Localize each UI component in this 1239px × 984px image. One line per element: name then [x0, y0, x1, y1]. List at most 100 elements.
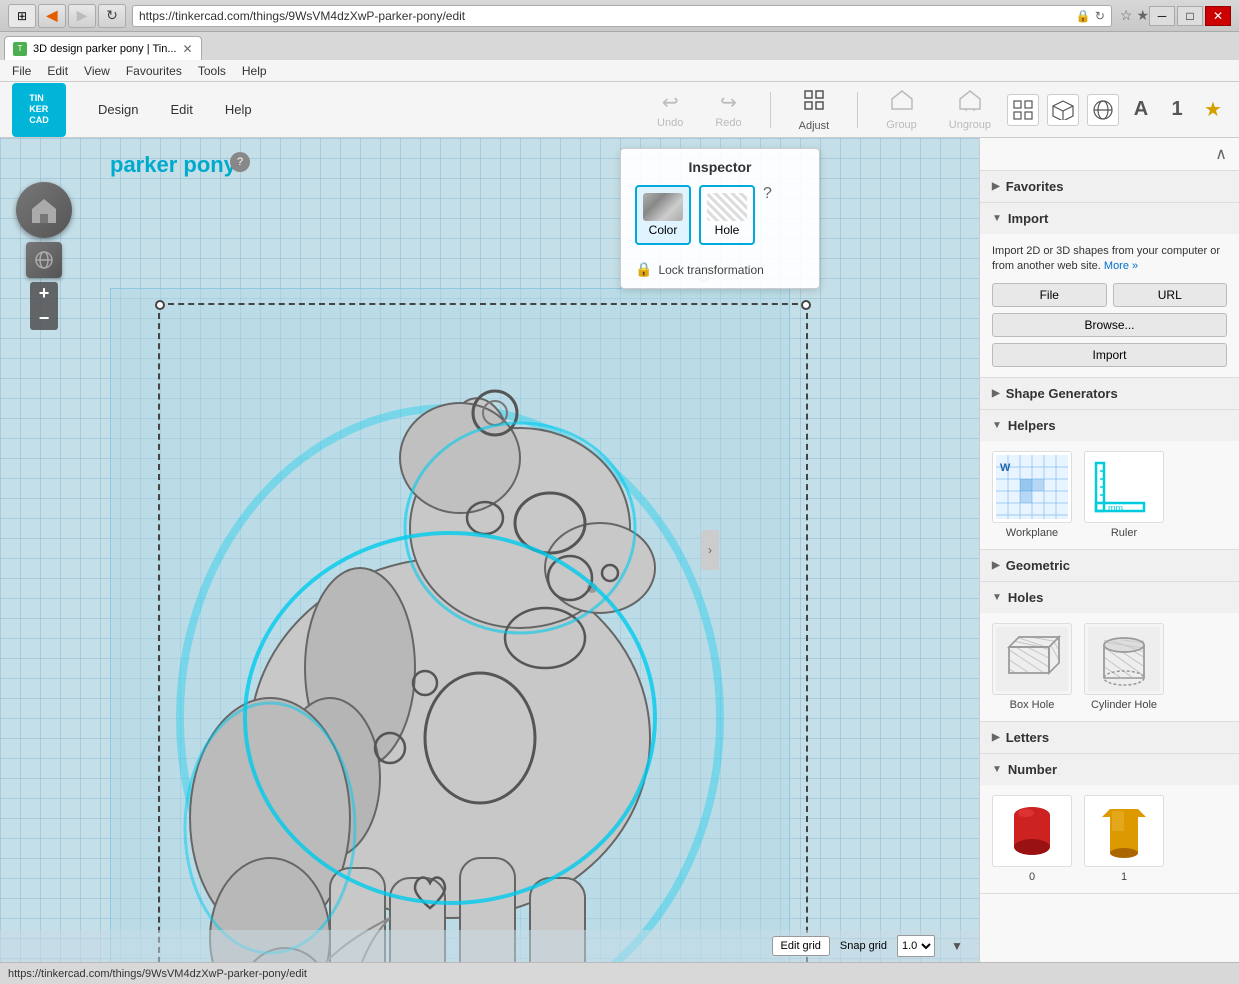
ungroup-icon — [958, 89, 982, 117]
shape-generators-arrow-icon: ▶ — [992, 388, 1000, 399]
svg-text:W: W — [1000, 462, 1011, 474]
file-button[interactable]: File — [992, 283, 1107, 307]
helpers-header[interactable]: ▼ Helpers — [980, 410, 1239, 441]
tab-close-icon[interactable]: ✕ — [183, 42, 193, 56]
import-more-link[interactable]: More » — [1104, 260, 1138, 272]
toolbar-separator-2 — [857, 92, 858, 128]
hole-button[interactable]: Hole — [699, 185, 755, 245]
helpers-label: Helpers — [1008, 418, 1056, 433]
import-arrow-icon: ▼ — [992, 213, 1002, 224]
refresh-button[interactable]: ↻ — [98, 4, 126, 28]
edit-grid-button[interactable]: Edit grid — [772, 936, 830, 956]
adjust-button[interactable]: Adjust — [791, 84, 838, 136]
right-panel: ∧ ▶ Favorites ▼ Import Import 2D or 3D s… — [979, 138, 1239, 962]
zoom-in-button[interactable]: + — [30, 282, 58, 306]
home-icon — [30, 196, 58, 224]
group-label: Group — [886, 119, 917, 131]
number-header[interactable]: ▼ Number — [980, 754, 1239, 785]
ruler-item[interactable]: mm Ruler — [1084, 451, 1164, 539]
status-url: https://tinkercad.com/things/9WsVM4dzXwP… — [8, 968, 307, 980]
holes-header[interactable]: ▼ Holes — [980, 582, 1239, 613]
3d-view-button[interactable] — [26, 242, 62, 278]
sidebar-collapse-button[interactable]: › — [701, 530, 719, 570]
cylinder-hole-item[interactable]: Cylinder Hole — [1084, 623, 1164, 711]
windows-icon-btn[interactable]: ⊞ — [8, 4, 36, 28]
edit-tab[interactable]: Edit — [154, 96, 208, 123]
menu-file[interactable]: File — [4, 62, 39, 80]
number-1-button[interactable]: 1 — [1163, 96, 1191, 124]
snap-grid-select[interactable]: 1.0 0.5 0.1 2.0 5.0 — [897, 935, 935, 957]
browse-button[interactable]: Browse... — [992, 313, 1227, 337]
forward-button[interactable]: ▶ — [68, 4, 96, 28]
letter-a-button[interactable]: A — [1127, 96, 1155, 124]
sphere-view-button[interactable] — [1087, 94, 1119, 126]
menu-edit[interactable]: Edit — [39, 62, 76, 80]
number-0-item[interactable]: 0 — [992, 795, 1072, 883]
ungroup-button[interactable]: Ungroup — [941, 85, 999, 135]
star-favorites-button[interactable]: ★ — [1199, 96, 1227, 124]
3d-icon — [33, 249, 55, 271]
star-icon[interactable]: ☆ — [1120, 7, 1133, 24]
panel-collapse-button[interactable]: ∧ — [1215, 144, 1227, 164]
import-submit-button[interactable]: Import — [992, 343, 1227, 367]
hole-label: Hole — [715, 223, 740, 237]
box-hole-label: Box Hole — [1010, 699, 1055, 711]
adjust-label: Adjust — [799, 120, 830, 132]
helpers-arrow-icon: ▼ — [992, 420, 1002, 431]
inspector-panel: Inspector Color Hole ? — [620, 148, 820, 289]
url-text: https://tinkercad.com/things/9WsVM4dzXwP… — [139, 9, 1076, 23]
inspector-title: Inspector — [635, 159, 805, 175]
grid-view-button[interactable] — [1007, 94, 1039, 126]
menu-help[interactable]: Help — [234, 62, 275, 80]
grid-down-arrow[interactable]: ▼ — [945, 934, 969, 958]
inspector-help-button[interactable]: ? — [763, 185, 772, 203]
geometric-header[interactable]: ▶ Geometric — [980, 550, 1239, 581]
number-1-item[interactable]: 1 — [1084, 795, 1164, 883]
workplane-item[interactable]: W Workplane — [992, 451, 1072, 539]
pony-svg — [130, 238, 750, 962]
app-toolbar: TINKERCAD Design Edit Help ↩ Undo ↪ Redo… — [0, 82, 1239, 138]
import-btn-row: File URL — [992, 283, 1227, 307]
close-button[interactable]: ✕ — [1205, 6, 1231, 26]
help-icon[interactable]: ? — [230, 152, 250, 172]
undo-button[interactable]: ↩ Undo — [649, 86, 691, 133]
box-hole-thumb — [992, 623, 1072, 695]
minimize-button[interactable]: ─ — [1149, 6, 1175, 26]
address-bar[interactable]: https://tinkercad.com/things/9WsVM4dzXwP… — [132, 5, 1112, 27]
import-content: Import 2D or 3D shapes from your compute… — [980, 234, 1239, 377]
toolbar-separator-1 — [770, 92, 771, 128]
box-view-button[interactable] — [1047, 94, 1079, 126]
favorites-section: ▶ Favorites — [980, 171, 1239, 203]
tinkercad-logo[interactable]: TINKERCAD — [12, 83, 66, 137]
help-tab[interactable]: Help — [209, 96, 268, 123]
menu-tools[interactable]: Tools — [190, 62, 234, 80]
menu-favourites[interactable]: Favourites — [118, 62, 190, 80]
favorites-header[interactable]: ▶ Favorites — [980, 171, 1239, 202]
zoom-out-button[interactable]: − — [30, 306, 58, 330]
redo-button[interactable]: ↪ Redo — [707, 86, 749, 133]
shape-generators-header[interactable]: ▶ Shape Generators — [980, 378, 1239, 409]
group-button[interactable]: Group — [878, 85, 925, 135]
maximize-button[interactable]: □ — [1177, 6, 1203, 26]
number-content: 0 — [980, 785, 1239, 893]
back-button[interactable]: ◀ — [38, 4, 66, 28]
number-0-svg — [994, 797, 1070, 865]
star-filled-icon[interactable]: ★ — [1136, 7, 1149, 24]
geometric-section: ▶ Geometric — [980, 550, 1239, 582]
import-header[interactable]: ▼ Import — [980, 203, 1239, 234]
menu-view[interactable]: View — [76, 62, 118, 80]
box-hole-item[interactable]: Box Hole — [992, 623, 1072, 711]
import-label: Import — [1008, 211, 1048, 226]
url-button[interactable]: URL — [1113, 283, 1228, 307]
color-button[interactable]: Color — [635, 185, 691, 245]
letters-header[interactable]: ▶ Letters — [980, 722, 1239, 753]
undo-icon: ↩ — [662, 90, 679, 115]
letters-arrow-icon: ▶ — [992, 732, 1000, 743]
pony-container — [130, 238, 830, 962]
canvas-area[interactable]: parker pony ? + − — [0, 138, 979, 962]
cylinder-hole-label: Cylinder Hole — [1091, 699, 1157, 711]
browser-tab-active[interactable]: T 3D design parker pony | Tin... ✕ — [4, 36, 202, 60]
lock-row: 🔒 Lock transformation — [635, 261, 805, 278]
pan-control[interactable] — [16, 182, 72, 238]
design-tab[interactable]: Design — [82, 96, 154, 123]
